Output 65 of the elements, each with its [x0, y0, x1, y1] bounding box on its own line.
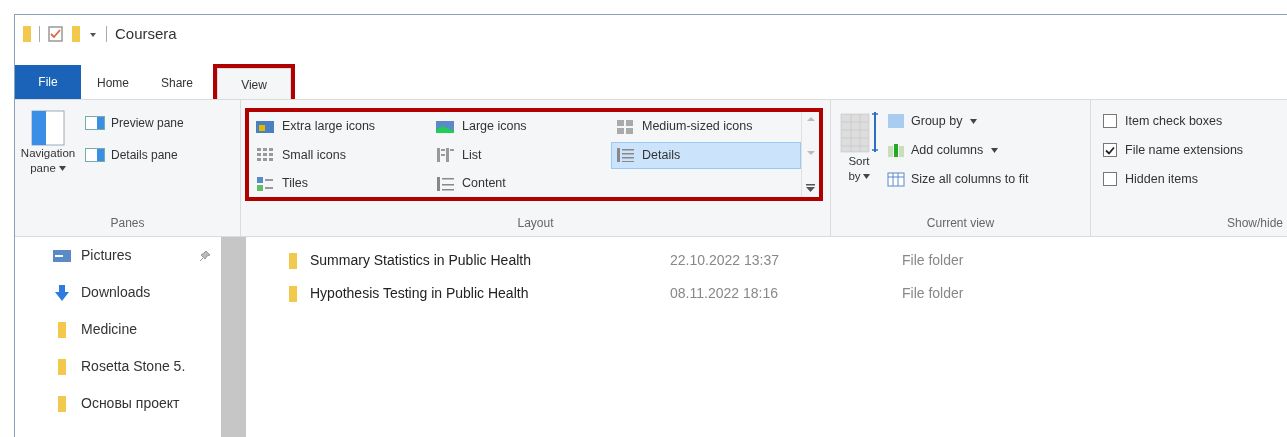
view-option[interactable]: Add columns — [887, 140, 1029, 160]
content-icon — [436, 175, 454, 192]
pane-button[interactable]: Details pane — [85, 146, 184, 164]
caret-icon — [862, 174, 870, 180]
table-icon — [839, 110, 879, 154]
columns-icon — [887, 142, 905, 159]
scroll-down-icon[interactable] — [806, 150, 815, 156]
checkbox[interactable] — [1103, 114, 1117, 129]
ribbon-tab[interactable]: File — [15, 65, 81, 99]
caret-icon — [991, 147, 999, 153]
pane-icon — [85, 148, 105, 162]
sidebar-item[interactable]: Medicine — [53, 317, 221, 342]
checkbox[interactable] — [1103, 171, 1117, 186]
grid-icon — [616, 118, 634, 135]
pin-icon — [199, 249, 211, 262]
checkbox-label: Hidden items — [1125, 170, 1198, 188]
file-row[interactable]: Summary Statistics in Public Health 22.10.2022 13:37 File folder — [286, 249, 1287, 272]
layout-option[interactable]: Small icons — [251, 141, 431, 169]
landscape-icon — [436, 118, 454, 135]
layout-option[interactable]: Extra large icons — [251, 113, 431, 140]
tiles-icon — [256, 175, 274, 192]
column-resize-icon — [887, 170, 905, 187]
layout-option[interactable]: Tiles — [251, 170, 431, 198]
pane-layout-icon — [31, 110, 65, 146]
checkbox[interactable] — [1103, 143, 1117, 158]
checkmark-icon — [1105, 145, 1115, 155]
list-icon — [436, 147, 454, 164]
details-icon — [616, 147, 634, 164]
ribbon-tab[interactable]: Share — [145, 67, 210, 99]
file-row[interactable]: Hypothesis Testing in Public Health 08.11.2022 18:16 File folder — [286, 282, 1287, 305]
group-label: Show/hide — [1225, 215, 1284, 232]
sidebar-item[interactable]: Основы проект — [53, 391, 221, 416]
layout-option[interactable]: List — [431, 141, 611, 169]
view-option[interactable]: Size all columns to fit — [887, 169, 1029, 189]
group-icon — [887, 113, 905, 130]
sidebar-item[interactable]: Downloads — [53, 280, 221, 305]
small-grid-icon — [256, 147, 274, 164]
checkbox-label: File name extensions — [1125, 141, 1244, 159]
layout-option[interactable]: Large icons — [431, 113, 611, 140]
ribbon-tab[interactable]: Home — [81, 67, 145, 99]
sort-by-button[interactable]: Sort by — [839, 110, 879, 210]
group-label: Layout — [516, 215, 555, 232]
checkmark-icon[interactable] — [48, 25, 64, 43]
sidebar-item[interactable]: Pictures — [53, 243, 221, 268]
scrollbar[interactable] — [221, 237, 246, 437]
window-title: Coursera — [115, 23, 177, 44]
folder-icon — [286, 251, 300, 270]
caret-icon — [58, 166, 66, 172]
layout-option[interactable]: Medium-sized icons — [611, 113, 801, 140]
download-arrow-icon — [53, 283, 71, 302]
pane-icon — [85, 116, 105, 130]
folder-icon — [286, 284, 300, 303]
view-option[interactable]: Group by — [887, 112, 1029, 131]
sidebar-item[interactable]: Rosetta Stone 5. — [53, 354, 221, 379]
layout-option[interactable]: Details — [611, 141, 801, 169]
expand-icon[interactable] — [806, 184, 815, 193]
layout-option[interactable]: Content — [431, 170, 611, 198]
pane-button[interactable]: Preview pane — [85, 114, 184, 132]
group-label: Current view — [925, 215, 996, 232]
checkbox-label: Item check boxes — [1125, 113, 1223, 130]
picture-grid-icon — [256, 118, 274, 135]
scroll-up-icon[interactable] — [806, 116, 815, 122]
navigation-pane-button[interactable]: Navigation pane — [17, 110, 79, 210]
group-label: Panes — [109, 215, 146, 232]
caret-icon — [970, 118, 978, 124]
